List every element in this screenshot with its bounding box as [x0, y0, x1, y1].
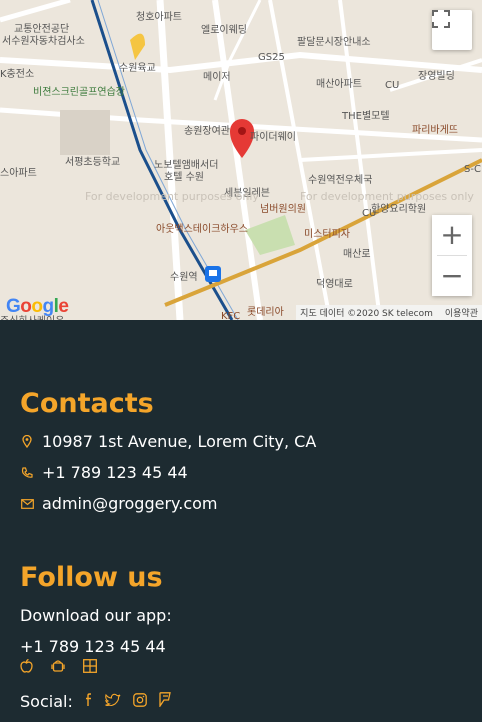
fullscreen-icon	[432, 10, 450, 28]
apple-icon[interactable]	[20, 658, 33, 677]
social-label: Social:	[20, 692, 73, 711]
twitter-icon[interactable]	[104, 693, 121, 710]
follow-phone[interactable]: +1 789 123 45 44	[20, 637, 166, 656]
attribution-text: 지도 데이터 ©2020 SK telecom	[300, 309, 433, 319]
address-text: 10987 1st Avenue, Lorem City, CA	[42, 432, 317, 451]
train-station-icon	[205, 266, 221, 282]
map-label: 매산아파트	[316, 79, 362, 90]
map-label: 수원역	[170, 272, 198, 283]
map-attribution: 지도 데이터 ©2020 SK telecom 이용약관	[296, 305, 482, 320]
zoom-in-button[interactable]: +	[432, 215, 472, 255]
map-label: 장영빌딩	[418, 71, 455, 82]
fullscreen-button[interactable]	[432, 10, 472, 50]
terms-link[interactable]: 이용약관	[445, 306, 478, 319]
map[interactable]: 청호아파트 엘로이웨딩 교통안전공단 서수원자동차검사소 수원육교 팔달문시장안내소 GS2…	[0, 0, 482, 320]
phone-row: +1 789 123 45 44	[20, 463, 188, 482]
map-label: KFC	[221, 311, 241, 320]
map-label: GS25	[258, 52, 285, 63]
map-label: 송원장여관	[184, 126, 230, 137]
map-label: CU	[362, 208, 377, 219]
map-label: 매산로	[343, 249, 371, 260]
phone-icon	[20, 466, 34, 480]
android-icon[interactable]	[51, 659, 65, 677]
map-label: 롯데리아	[247, 307, 284, 318]
google-logo[interactable]: Google	[6, 296, 69, 318]
email-row: admin@groggery.com	[20, 494, 217, 513]
map-label: 비젼스크린골프연습장	[33, 87, 125, 98]
map-label: 호텔 수원	[164, 172, 204, 183]
map-label: 엘로이웨딩	[201, 25, 247, 36]
download-label: Download our app:	[20, 606, 172, 625]
map-label: 파리바게뜨	[412, 125, 458, 136]
map-label: 미스터피자	[304, 229, 350, 240]
map-label: 파이더웨이	[250, 132, 296, 143]
map-label: 스아파트	[0, 168, 37, 179]
map-label: 메이저	[203, 72, 231, 83]
map-label: K충전소	[0, 69, 35, 80]
map-label: For development purposes only	[85, 190, 259, 203]
map-label: 수원역전우체국	[308, 175, 373, 186]
instagram-icon[interactable]	[132, 692, 147, 711]
follow-title: Follow us	[20, 562, 163, 593]
windows-icon[interactable]	[83, 659, 97, 677]
zoom-control: + −	[432, 215, 472, 296]
map-label: 팔달문시장안내소	[297, 37, 371, 48]
map-label: 청호아파트	[136, 12, 182, 23]
map-label: THE별모텔	[342, 111, 390, 122]
address-row: 10987 1st Avenue, Lorem City, CA	[20, 432, 316, 451]
phone-text[interactable]: +1 789 123 45 44	[42, 463, 188, 482]
app-icons	[20, 658, 97, 677]
map-label: S-C	[464, 164, 481, 175]
map-label: CU	[385, 80, 400, 91]
facebook-icon[interactable]	[85, 692, 93, 711]
map-label: For development purposes only	[300, 190, 474, 203]
map-label: 서평초등학교	[65, 157, 121, 168]
map-label: 덕영대로	[316, 279, 353, 290]
map-label: 아웃백스테이크하우스	[156, 224, 248, 235]
envelope-icon	[20, 497, 34, 511]
map-label: 수원육교	[119, 63, 156, 74]
contacts-title: Contacts	[20, 388, 154, 419]
zoom-out-button[interactable]: −	[432, 256, 472, 296]
foursquare-icon[interactable]	[159, 692, 171, 711]
email-text[interactable]: admin@groggery.com	[42, 494, 217, 513]
map-label: 서수원자동차검사소	[2, 36, 85, 47]
location-pin-icon	[20, 435, 34, 449]
social-row: Social:	[20, 692, 171, 711]
